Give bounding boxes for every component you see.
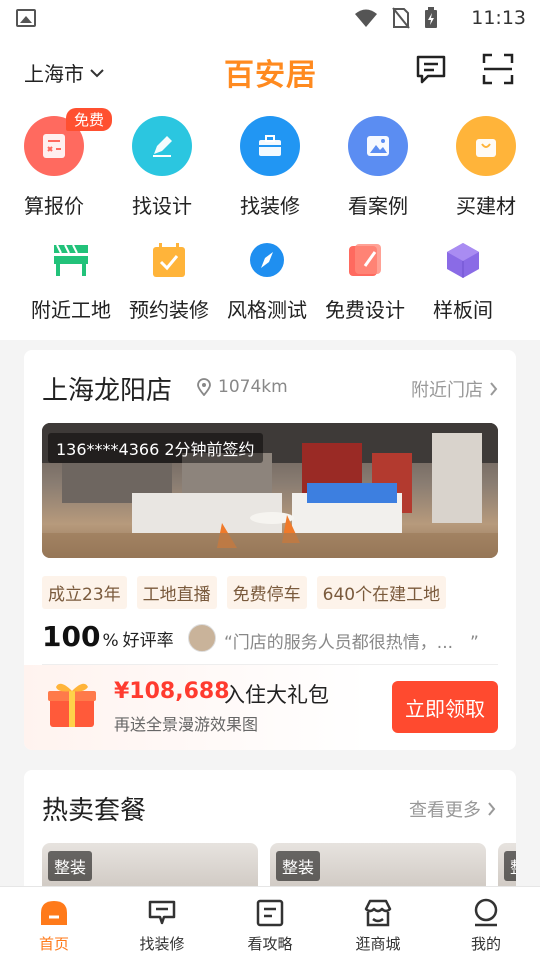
distance-text: 1074km bbox=[218, 377, 288, 397]
tab-label: 逛商城 bbox=[355, 935, 401, 953]
rating-percent: % bbox=[102, 631, 119, 651]
quick-action-renovation[interactable]: 找装修 bbox=[216, 116, 324, 219]
quick-action-materials[interactable]: 买建材 bbox=[432, 116, 540, 219]
store-icon bbox=[364, 899, 392, 927]
secondary-action-booking[interactable]: 预约装修 bbox=[120, 240, 218, 323]
store-card[interactable]: 上海龙阳店 1074km 附近门店 136****4366 2分钟前签约 成立2… bbox=[24, 350, 516, 750]
tab-label: 看攻略 bbox=[247, 935, 293, 953]
quick-actions: 免费 算报价 找设计 找装修 看案例 买建材 bbox=[0, 108, 540, 219]
shopping-bag-icon bbox=[456, 116, 516, 176]
scan-icon[interactable] bbox=[481, 52, 515, 86]
quick-action-design[interactable]: 找设计 bbox=[108, 116, 216, 219]
see-more-link[interactable]: 查看更多 bbox=[409, 796, 496, 822]
quick-action-label: 看案例 bbox=[348, 194, 408, 218]
toolbox-icon bbox=[240, 116, 300, 176]
location-pin-icon bbox=[197, 378, 211, 396]
package-tag: 整装 bbox=[48, 851, 93, 881]
tab-find-renovation[interactable]: 找装修 bbox=[108, 887, 216, 960]
secondary-action-showroom[interactable]: 样板间 bbox=[414, 240, 512, 323]
app-header: 上海市 百安居 bbox=[0, 36, 540, 100]
guide-icon bbox=[256, 899, 284, 927]
signing-caption: 136****4366 2分钟前签约 bbox=[48, 433, 263, 463]
claim-button[interactable]: 立即领取 bbox=[392, 681, 498, 733]
calendar-check-icon bbox=[153, 243, 185, 277]
store-tags: 成立23年 工地直播 免费停车 640个在建工地 bbox=[42, 576, 447, 609]
chevron-right-icon bbox=[490, 382, 498, 396]
secondary-action-label: 样板间 bbox=[433, 298, 493, 322]
store-tag: 640个在建工地 bbox=[316, 576, 447, 609]
status-time: 11:13 bbox=[471, 7, 526, 29]
quick-action-label: 买建材 bbox=[456, 194, 516, 218]
secondary-action-label: 附近工地 bbox=[31, 298, 111, 322]
store-tag: 工地直播 bbox=[136, 576, 217, 609]
store-tag: 成立23年 bbox=[42, 576, 127, 609]
city-selector[interactable]: 上海市 bbox=[24, 58, 104, 87]
promo-price: ¥108,688 bbox=[114, 679, 230, 704]
secondary-action-nearby-sites[interactable]: 附近工地 bbox=[22, 240, 120, 323]
reviewer-avatar bbox=[188, 624, 216, 652]
gift-promo[interactable]: ¥108,688 入住大礼包 再送全景漫游效果图 立即领取 bbox=[24, 665, 516, 750]
status-icons bbox=[354, 7, 438, 29]
tab-mall[interactable]: 逛商城 bbox=[324, 887, 432, 960]
see-more-label: 查看更多 bbox=[409, 800, 481, 821]
rating-label: 好评率 bbox=[122, 631, 174, 651]
tab-label: 我的 bbox=[470, 935, 501, 953]
calculator-icon: 免费 bbox=[24, 108, 112, 176]
store-name: 上海龙阳店 bbox=[42, 376, 173, 406]
no-sim-icon bbox=[392, 7, 410, 29]
message-icon[interactable] bbox=[414, 52, 448, 86]
package-tag: 整装 bbox=[276, 851, 321, 881]
construction-site-icon bbox=[54, 244, 88, 276]
tab-label: 找装修 bbox=[139, 935, 185, 953]
store-photo[interactable]: 136****4366 2分钟前签约 bbox=[42, 423, 498, 558]
wifi-icon bbox=[355, 9, 377, 27]
nearby-stores-link[interactable]: 附近门店 bbox=[411, 376, 498, 402]
quick-action-cases[interactable]: 看案例 bbox=[324, 116, 432, 219]
secondary-action-label: 免费设计 bbox=[325, 298, 405, 322]
promo-subtitle: 再送全景漫游效果图 bbox=[114, 715, 259, 734]
tab-label: 首页 bbox=[38, 935, 69, 953]
compass-icon bbox=[250, 243, 284, 277]
tab-home[interactable]: 首页 bbox=[0, 887, 108, 960]
quick-action-label: 算报价 bbox=[24, 194, 84, 218]
store-rating: 100 % 好评率 bbox=[42, 620, 174, 653]
chevron-right-icon bbox=[488, 802, 496, 816]
gift-icon bbox=[48, 683, 96, 727]
chevron-down-icon bbox=[90, 68, 104, 77]
promo-title: 入住大礼包 bbox=[224, 683, 329, 707]
tab-guides[interactable]: 看攻略 bbox=[216, 887, 324, 960]
cube-icon bbox=[447, 243, 479, 278]
secondary-action-style-test[interactable]: 风格测试 bbox=[218, 240, 316, 323]
store-tag: 免费停车 bbox=[226, 576, 307, 609]
secondary-actions: 附近工地 预约装修 风格测试 免费设计 样板间 bbox=[0, 240, 540, 323]
profile-icon bbox=[474, 898, 498, 927]
nearby-label: 附近门店 bbox=[411, 380, 483, 401]
free-badge: 免费 bbox=[65, 108, 112, 131]
home-icon bbox=[41, 901, 67, 925]
gallery-notification-icon bbox=[16, 9, 36, 27]
pen-icon bbox=[132, 116, 192, 176]
review-snippet[interactable]: “门店的服务人员都很热情，... ” bbox=[224, 628, 494, 653]
secondary-action-free-design[interactable]: 免费设计 bbox=[316, 240, 414, 323]
package-tag: 整 bbox=[504, 851, 516, 881]
image-icon bbox=[348, 116, 408, 176]
design-card-icon bbox=[349, 244, 381, 276]
secondary-action-label: 预约装修 bbox=[129, 298, 209, 322]
tab-profile[interactable]: 我的 bbox=[432, 887, 540, 960]
store-distance: 1074km bbox=[196, 377, 288, 397]
secondary-action-label: 风格测试 bbox=[227, 298, 307, 322]
quick-action-quote[interactable]: 免费 算报价 bbox=[0, 108, 112, 219]
quick-action-label: 找装修 bbox=[240, 194, 300, 218]
bottom-tab-bar: 首页 找装修 看攻略 逛商城 我的 bbox=[0, 886, 540, 960]
quick-action-label: 找设计 bbox=[132, 194, 192, 218]
section-title: 热卖套餐 bbox=[42, 796, 147, 826]
battery-icon bbox=[425, 7, 437, 28]
status-bar: 11:13 bbox=[0, 0, 540, 36]
rating-value: 100 bbox=[42, 620, 101, 653]
decor-icon bbox=[148, 900, 176, 925]
city-label: 上海市 bbox=[24, 62, 84, 86]
hot-packages-card: 热卖套餐 查看更多 整装 整装 整 bbox=[24, 770, 516, 900]
brand-logo: 百安居 bbox=[224, 58, 317, 93]
